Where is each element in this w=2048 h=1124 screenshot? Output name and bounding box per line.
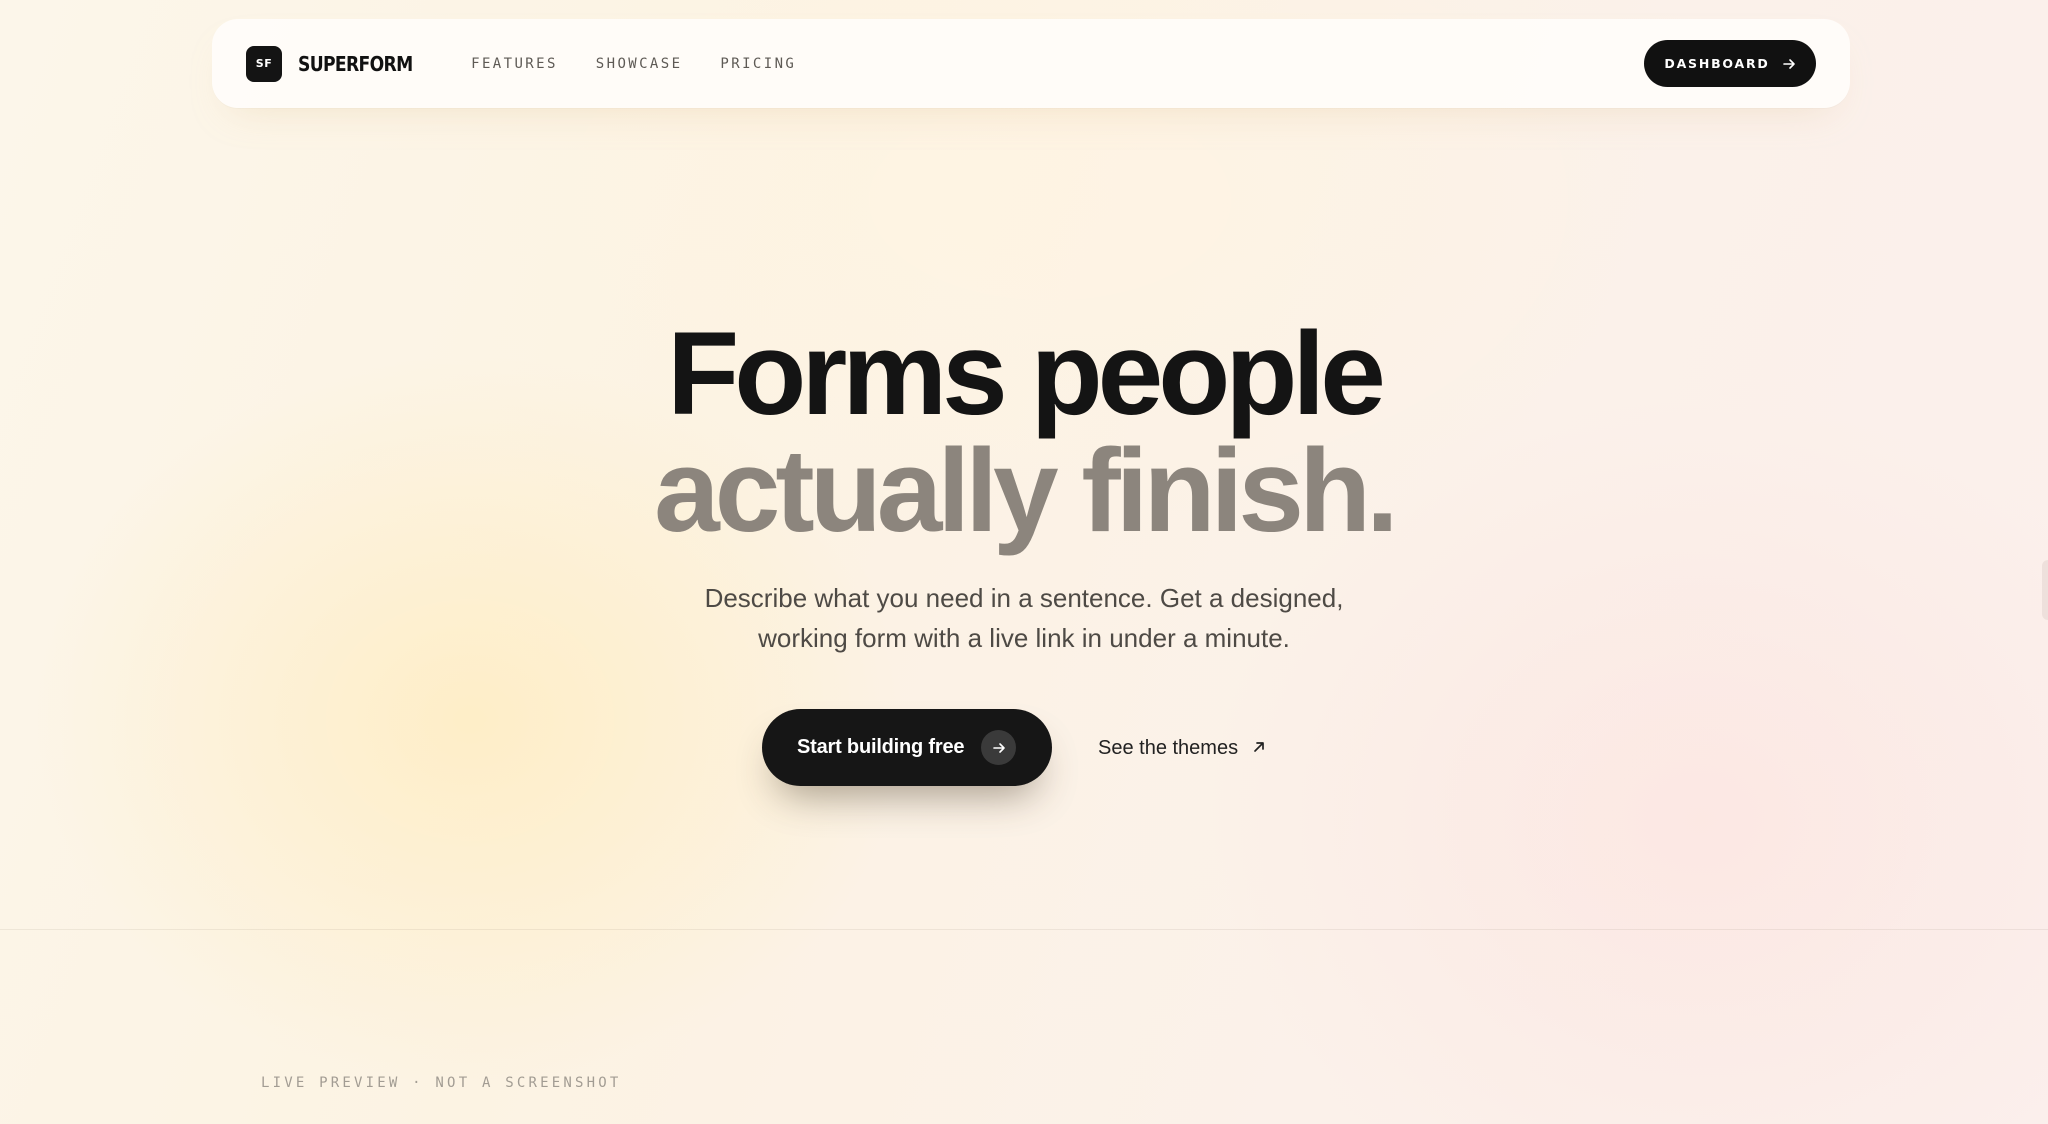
hero-subtitle-line1: Describe what you need in a sentence. Ge…	[704, 583, 1344, 613]
nav-links: FEATURES SHOWCASE PRICING	[471, 56, 796, 72]
nav-link-showcase[interactable]: SHOWCASE	[596, 56, 683, 72]
logo-mark[interactable]: SF	[246, 45, 282, 82]
live-preview-label: LIVE PREVIEW · NOT A SCREENSHOT	[261, 1075, 622, 1091]
nav-link-pricing[interactable]: PRICING	[720, 56, 796, 72]
dashboard-button-label: DASHBOARD	[1664, 56, 1770, 71]
hero-subtitle-line2: working form with a live link in under a…	[758, 623, 1290, 653]
hero-headline-line2: actually finish.	[654, 425, 1399, 557]
start-building-button[interactable]: Start building free	[762, 709, 1052, 786]
logo-text[interactable]: SUPERFORM	[298, 52, 413, 76]
arrow-up-right-icon	[1252, 737, 1266, 760]
dashboard-button[interactable]: DASHBOARD	[1644, 40, 1816, 87]
nav-link-features[interactable]: FEATURES	[471, 56, 558, 72]
scroll-edge-hint	[2042, 560, 2048, 620]
see-themes-link[interactable]: See the themes	[1098, 733, 1266, 763]
top-nav: SF SUPERFORM FEATURES SHOWCASE PRICING D…	[212, 19, 1850, 108]
hero-headline-line1: Forms people	[667, 308, 1386, 440]
arrow-right-icon	[981, 730, 1016, 765]
section-divider	[0, 929, 2048, 930]
start-building-label: Start building free	[797, 736, 965, 758]
arrow-right-icon	[1782, 57, 1796, 71]
hero-subtitle: Describe what you need in a sentence. Ge…	[624, 578, 1424, 658]
see-themes-label: See the themes	[1098, 736, 1239, 759]
